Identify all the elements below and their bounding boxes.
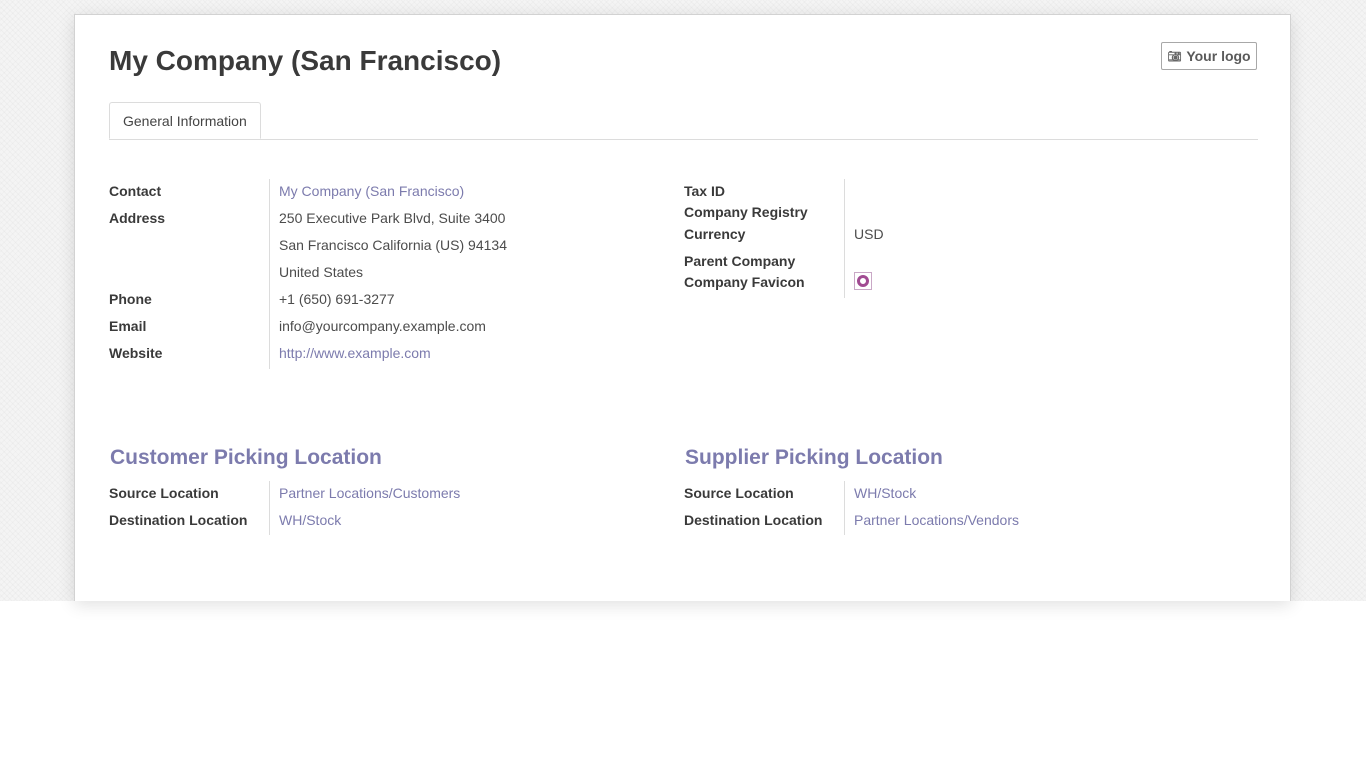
- address-line1: 250 Executive Park Blvd, Suite 3400: [279, 210, 506, 226]
- tax-id-label: Tax ID: [684, 183, 725, 199]
- customer-source-label: Source Location: [109, 485, 219, 501]
- fiscal-info-group: Tax ID Company Registry Currency USD Par…: [684, 179, 1244, 298]
- currency-value[interactable]: USD: [854, 226, 884, 242]
- customer-source-link[interactable]: Partner Locations/Customers: [279, 485, 460, 501]
- general-info-group: Contact My Company (San Francisco) Addre…: [109, 179, 669, 369]
- customer-destination-label: Destination Location: [109, 512, 248, 528]
- website-link[interactable]: http://www.example.com: [279, 345, 431, 361]
- phone-value: +1 (650) 691-3277: [279, 291, 395, 307]
- email-label: Email: [109, 318, 147, 334]
- upload-logo-label: Your logo: [1186, 48, 1251, 64]
- customer-destination-link[interactable]: WH/Stock: [279, 512, 341, 528]
- supplier-source-label: Source Location: [684, 485, 794, 501]
- field-separator: [269, 179, 270, 369]
- supplier-destination-label: Destination Location: [684, 512, 823, 528]
- contact-label: Contact: [109, 183, 162, 199]
- contact-link[interactable]: My Company (San Francisco): [279, 183, 464, 199]
- currency-label: Currency: [684, 226, 746, 242]
- favicon-ring: [857, 275, 869, 287]
- address-line3: United States: [279, 264, 364, 280]
- upload-logo-button[interactable]: 📷︎ Your logo: [1161, 42, 1257, 70]
- parent-company-label: Parent Company: [684, 253, 796, 269]
- customer-picking-title: Customer Picking Location: [110, 446, 382, 469]
- form-sheet: My Company (San Francisco) 📷︎ Your logo …: [74, 14, 1291, 601]
- field-separator: [844, 179, 845, 298]
- notebook-tabs: General Information: [109, 102, 1258, 140]
- email-value: info@yourcompany.example.com: [279, 318, 486, 334]
- field-separator: [269, 481, 270, 535]
- address-label: Address: [109, 210, 166, 226]
- supplier-source-link[interactable]: WH/Stock: [854, 485, 916, 501]
- company-registry-label: Company Registry: [684, 204, 808, 220]
- website-label: Website: [109, 345, 163, 361]
- phone-label: Phone: [109, 291, 152, 307]
- supplier-destination-link[interactable]: Partner Locations/Vendors: [854, 512, 1019, 528]
- company-favicon-label: Company Favicon: [684, 274, 805, 290]
- customer-picking-group: Source Location Partner Locations/Custom…: [109, 481, 669, 535]
- supplier-picking-group: Source Location WH/Stock Destination Loc…: [684, 481, 1244, 535]
- address-line2: San Francisco California (US) 94134: [279, 237, 507, 253]
- page-title: My Company (San Francisco): [109, 45, 502, 76]
- supplier-picking-title: Supplier Picking Location: [685, 446, 943, 469]
- camera-icon: 📷︎: [1167, 50, 1182, 63]
- field-separator: [844, 481, 845, 535]
- favicon-icon[interactable]: [854, 272, 872, 290]
- tab-general-information[interactable]: General Information: [109, 102, 261, 139]
